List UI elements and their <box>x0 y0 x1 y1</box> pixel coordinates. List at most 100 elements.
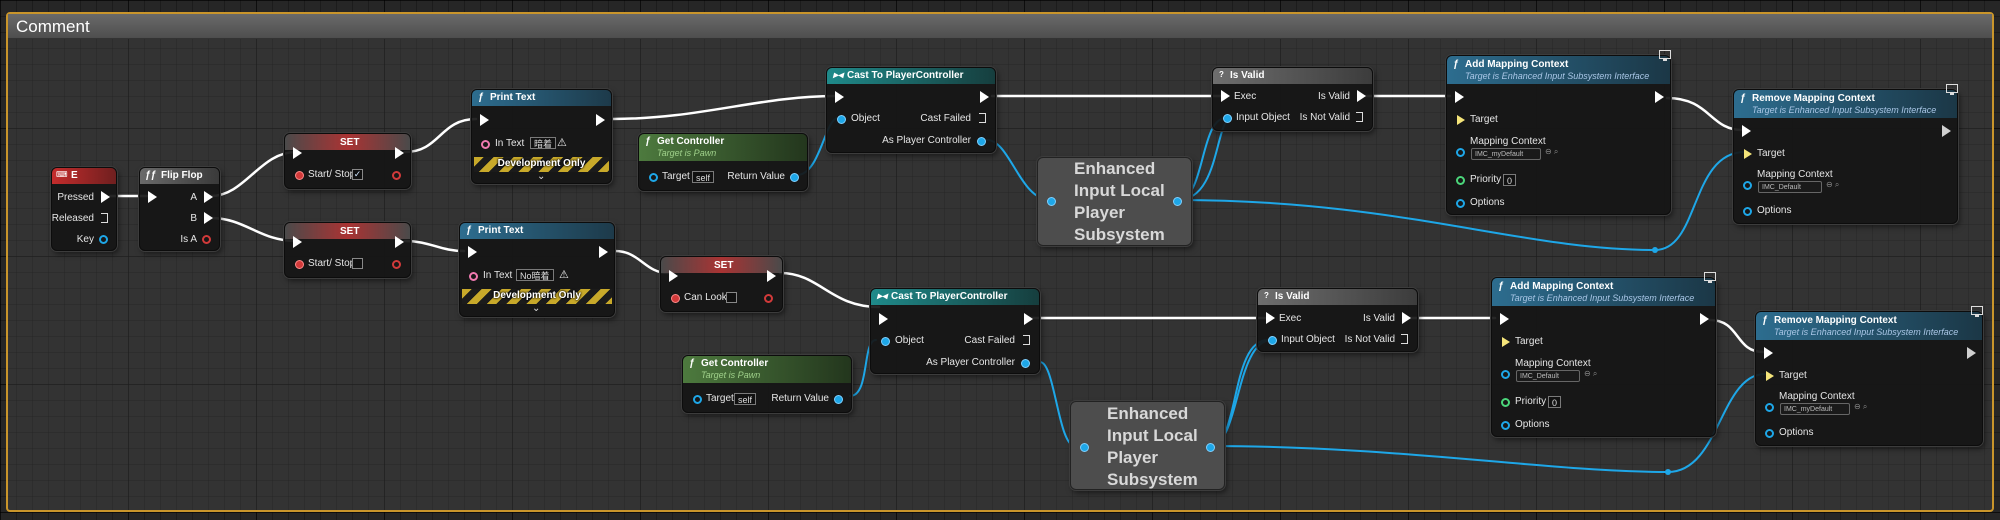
exec-in[interactable] <box>1742 125 1751 137</box>
exec-out[interactable] <box>980 91 989 103</box>
remove-mapping-context-node-top[interactable]: ƒ Remove Mapping Context Target is Enhan… <box>1733 84 1958 224</box>
exec-out-pressed[interactable] <box>101 191 110 203</box>
browse-icon[interactable]: ⊖ ⌕ <box>1826 180 1839 190</box>
in-text-field[interactable]: No暗着 <box>516 269 554 281</box>
priority-field[interactable]: 0 <box>1503 174 1517 186</box>
exec-in[interactable] <box>468 246 477 258</box>
exec-in[interactable] <box>293 147 302 159</box>
checkbox-can-look[interactable] <box>726 292 737 303</box>
priority-pin[interactable] <box>1456 176 1465 185</box>
is-valid-node-top[interactable]: Is Valid ? Exec Is Valid Input Object Is… <box>1212 67 1373 131</box>
exec-out[interactable] <box>1655 91 1664 103</box>
as-player-controller-pin[interactable] <box>1021 359 1030 368</box>
exec-out[interactable] <box>395 147 404 159</box>
print-text-node-top[interactable]: ƒ Print Text In Text 暗着 ⚠ Development On… <box>471 89 612 184</box>
exec-out-is-not-valid[interactable] <box>1356 112 1363 122</box>
exec-in[interactable] <box>669 270 678 282</box>
text-pin-in-text[interactable] <box>469 272 478 281</box>
exec-in[interactable] <box>879 313 888 325</box>
bool-pin-out[interactable] <box>392 260 401 269</box>
flip-flop-node[interactable]: ƒƒ Flip Flop A B Is A <box>139 167 220 251</box>
cast-to-playercontroller-node-bottom[interactable]: ▸◂ Cast To PlayerController Object Cast … <box>870 288 1040 374</box>
target-pin[interactable] <box>649 173 658 182</box>
mapping-context-dropdown[interactable]: IMC_myDefault <box>1471 148 1541 160</box>
print-text-node-bottom[interactable]: ƒ Print Text In Text No暗着 ⚠ Development … <box>459 222 615 317</box>
exec-in[interactable] <box>1266 312 1275 324</box>
exec-out-is-valid[interactable] <box>1357 90 1366 102</box>
exec-in[interactable] <box>1764 347 1773 359</box>
target-pin[interactable] <box>1766 371 1774 381</box>
object-pin[interactable] <box>881 337 890 346</box>
return-value-pin[interactable] <box>790 173 799 182</box>
exec-in[interactable] <box>293 236 302 248</box>
set-start-stop-true-node[interactable]: SET Start/ Stop ✓ <box>284 133 411 189</box>
self-field[interactable]: self <box>692 171 715 183</box>
input-object-pin[interactable] <box>1268 336 1277 345</box>
subsystem-out-pin[interactable] <box>1173 197 1182 206</box>
exec-out[interactable] <box>596 114 605 126</box>
get-controller-node-bottom[interactable]: ƒ Get Controller Target is Pawn Target s… <box>682 355 852 413</box>
mapping-context-dropdown[interactable]: IMC_myDefault <box>1780 403 1850 415</box>
exec-out-cast-failed[interactable] <box>979 113 986 123</box>
exec-in[interactable] <box>480 114 489 126</box>
target-pin[interactable] <box>693 395 702 404</box>
enhanced-input-subsystem-node-bottom[interactable]: Enhanced Input Local Player Subsystem <box>1070 401 1225 490</box>
player-controller-in-pin[interactable] <box>1080 443 1089 452</box>
enhanced-input-subsystem-node-top[interactable]: Enhanced Input Local Player Subsystem <box>1037 157 1192 246</box>
browse-icon[interactable]: ⊖ ⌕ <box>1854 402 1867 412</box>
chevron-down-icon[interactable]: ⌄ <box>537 171 545 182</box>
priority-field[interactable]: 0 <box>1548 396 1562 408</box>
set-start-stop-false-node[interactable]: SET Start/ Stop <box>284 222 411 278</box>
exec-out[interactable] <box>1024 313 1033 325</box>
mapping-context-pin[interactable] <box>1456 148 1465 157</box>
key-pin[interactable] <box>99 235 108 244</box>
exec-in[interactable] <box>1221 90 1230 102</box>
self-field[interactable]: self <box>734 393 757 405</box>
target-pin[interactable] <box>1457 115 1465 125</box>
bool-pin-out[interactable] <box>392 171 401 180</box>
checkbox-start-stop[interactable] <box>352 258 363 269</box>
exec-out[interactable] <box>767 270 776 282</box>
browse-icon[interactable]: ⊖ ⌕ <box>1584 369 1597 379</box>
bool-pin-in[interactable] <box>295 260 304 269</box>
mapping-context-pin[interactable] <box>1743 181 1752 190</box>
checkbox-start-stop[interactable]: ✓ <box>352 169 363 180</box>
mapping-context-dropdown[interactable]: IMC_Default <box>1516 370 1580 382</box>
exec-in[interactable] <box>1500 313 1509 325</box>
options-pin[interactable] <box>1743 207 1752 216</box>
exec-out-a[interactable] <box>204 191 213 203</box>
exec-out[interactable] <box>1967 347 1976 359</box>
add-mapping-context-node-bottom[interactable]: ƒ Add Mapping Context Target is Enhanced… <box>1491 272 1716 437</box>
options-pin[interactable] <box>1501 421 1510 430</box>
player-controller-in-pin[interactable] <box>1047 197 1056 206</box>
mapping-context-pin[interactable] <box>1501 370 1510 379</box>
is-valid-node-bottom[interactable]: Is Valid ? Exec Is Valid Input Object Is… <box>1257 288 1418 352</box>
cast-to-playercontroller-node-top[interactable]: ▸◂ Cast To PlayerController Object Cast … <box>826 67 996 153</box>
target-pin[interactable] <box>1502 337 1510 347</box>
input-object-pin[interactable] <box>1223 114 1232 123</box>
blueprint-graph[interactable]: Comment ⌨ E Pressed Released Key ƒƒ Flip… <box>0 0 2000 520</box>
get-controller-node-top[interactable]: ƒ Get Controller Target is Pawn Target s… <box>638 133 808 191</box>
subsystem-out-pin[interactable] <box>1206 443 1215 452</box>
bool-pin-in[interactable] <box>671 294 680 303</box>
mapping-context-pin[interactable] <box>1765 403 1774 412</box>
exec-out-is-not-valid[interactable] <box>1401 334 1408 344</box>
chevron-down-icon[interactable]: ⌄ <box>532 303 540 314</box>
bool-pin-in[interactable] <box>295 171 304 180</box>
exec-in[interactable] <box>148 191 157 203</box>
exec-out[interactable] <box>395 236 404 248</box>
input-key-e-node[interactable]: ⌨ E Pressed Released Key <box>51 167 117 251</box>
in-text-field[interactable]: 暗着 <box>530 137 557 149</box>
options-pin[interactable] <box>1765 429 1774 438</box>
remove-mapping-context-node-bottom[interactable]: ƒ Remove Mapping Context Target is Enhan… <box>1755 306 1983 446</box>
set-can-look-node[interactable]: SET Can Look <box>660 256 783 312</box>
options-pin[interactable] <box>1456 199 1465 208</box>
bool-pin-is-a[interactable] <box>202 235 211 244</box>
exec-in[interactable] <box>835 91 844 103</box>
object-pin[interactable] <box>837 115 846 124</box>
exec-out-b[interactable] <box>204 212 213 224</box>
as-player-controller-pin[interactable] <box>977 137 986 146</box>
add-mapping-context-node-top[interactable]: ƒ Add Mapping Context Target is Enhanced… <box>1446 50 1671 215</box>
exec-out-is-valid[interactable] <box>1402 312 1411 324</box>
mapping-context-dropdown[interactable]: IMC_Default <box>1758 181 1822 193</box>
